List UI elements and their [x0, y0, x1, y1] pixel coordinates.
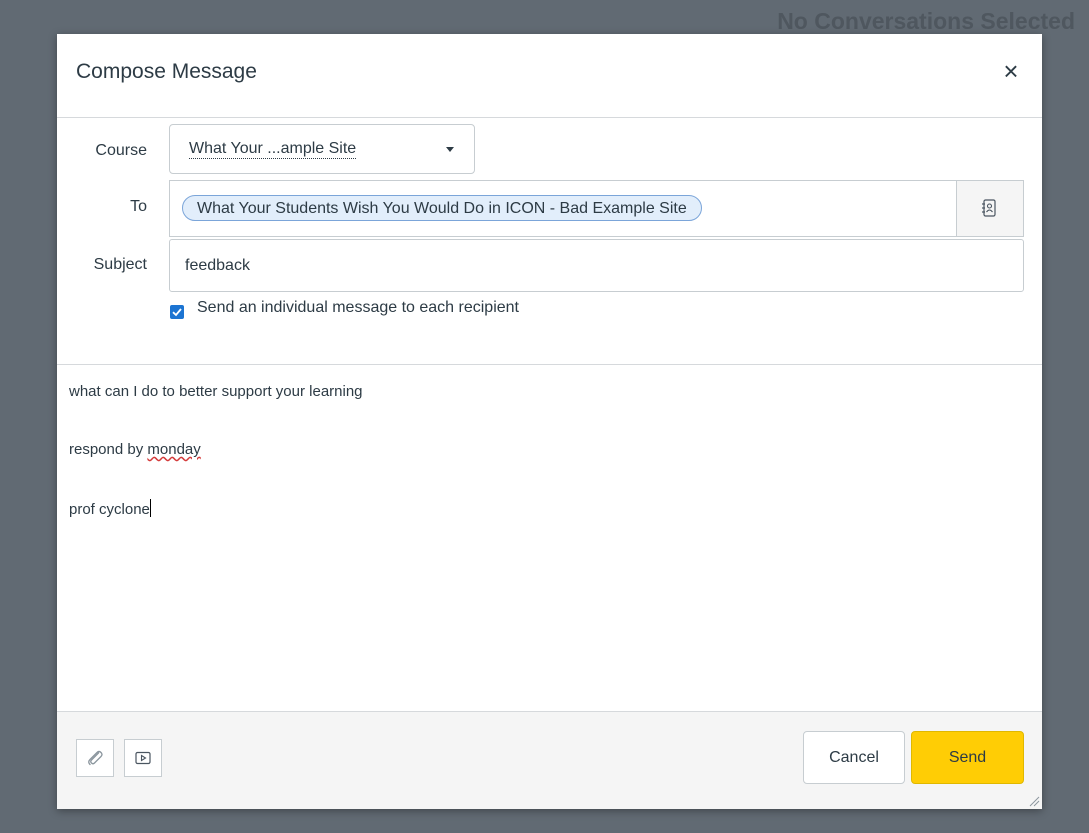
message-text: prof cyclone [69, 501, 150, 518]
dialog-title: Compose Message [76, 60, 257, 83]
message-line: respond by monday [69, 441, 201, 458]
misspelled-word: monday [147, 441, 201, 458]
media-play-icon [135, 751, 151, 765]
message-body-editor[interactable]: what can I do to better support your lea… [57, 365, 1042, 710]
subject-label: Subject [93, 256, 147, 273]
recipient-token[interactable]: What Your Students Wish You Would Do in … [182, 195, 702, 221]
dialog-header: Compose Message × [57, 34, 1042, 118]
address-book-button[interactable] [956, 181, 1023, 236]
dialog-footer: Cancel Send [57, 711, 1042, 809]
to-label: To [130, 198, 147, 215]
individual-message-checkbox[interactable] [170, 305, 184, 319]
record-media-button[interactable] [124, 739, 162, 777]
address-book-icon [982, 199, 996, 217]
course-select-value: What Your ...ample Site [189, 140, 357, 159]
checkmark-icon [172, 308, 182, 317]
course-select[interactable]: What Your ...ample Site [169, 124, 475, 174]
chevron-down-icon [446, 147, 454, 152]
background-heading: No Conversations Selected [777, 8, 1075, 34]
message-line: what can I do to better support your lea… [69, 383, 363, 400]
paperclip-icon [88, 750, 103, 766]
compose-message-dialog: Compose Message × Course What Your ...am… [57, 34, 1042, 809]
cancel-button[interactable]: Cancel [803, 731, 905, 784]
attach-file-button[interactable] [76, 739, 114, 777]
subject-input[interactable] [169, 239, 1024, 292]
close-icon[interactable]: × [996, 56, 1026, 86]
send-button[interactable]: Send [911, 731, 1024, 784]
message-line: prof cyclone [69, 499, 151, 518]
message-text: respond by [69, 441, 148, 458]
to-field[interactable]: What Your Students Wish You Would Do in … [169, 180, 1024, 237]
individual-message-label[interactable]: Send an individual message to each recip… [197, 299, 519, 317]
resize-grip-icon[interactable] [1028, 795, 1040, 807]
text-cursor [149, 499, 151, 517]
course-label: Course [95, 142, 147, 159]
